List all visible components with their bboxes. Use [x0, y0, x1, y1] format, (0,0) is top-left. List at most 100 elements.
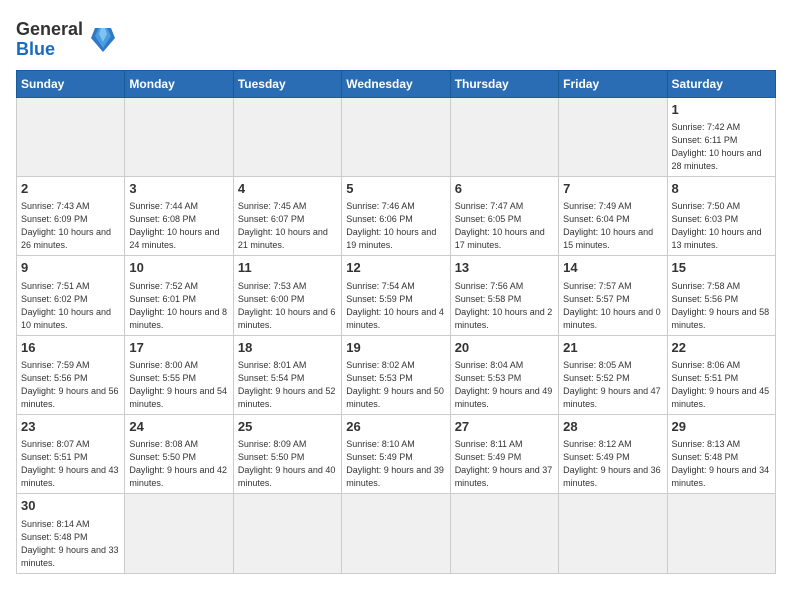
day-cell: 29 Sunrise: 8:13 AM Sunset: 5:48 PM Dayli…: [667, 415, 775, 494]
calendar: SundayMondayTuesdayWednesdayThursdayFrid…: [16, 70, 776, 574]
week-row-2: 2 Sunrise: 7:43 AM Sunset: 6:09 PM Daylig…: [17, 176, 776, 255]
day-info: Sunrise: 7:49 AM Sunset: 6:04 PM Dayligh…: [563, 200, 662, 252]
header-thursday: Thursday: [450, 70, 558, 97]
day-cell: 8 Sunrise: 7:50 AM Sunset: 6:03 PM Daylig…: [667, 176, 775, 255]
day-number: 14: [563, 259, 662, 277]
day-number: 27: [455, 418, 554, 436]
week-row-6: 30Sunrise: 8:14 AM Sunset: 5:48 PM Dayli…: [17, 494, 776, 573]
page: General Blue SundayMondayTuesdayWednesda…: [0, 0, 792, 612]
day-cell: 13Sunrise: 7:56 AM Sunset: 5:58 PM Dayli…: [450, 256, 558, 335]
day-number: 1: [672, 101, 771, 119]
day-cell: 24 Sunrise: 8:08 AM Sunset: 5:50 PM Dayli…: [125, 415, 233, 494]
day-cell: [125, 97, 233, 176]
day-info: Sunrise: 8:11 AM Sunset: 5:49 PM Dayligh…: [455, 438, 554, 490]
week-row-5: 23Sunrise: 8:07 AM Sunset: 5:51 PM Dayli…: [17, 415, 776, 494]
day-info: Sunrise: 7:50 AM Sunset: 6:03 PM Dayligh…: [672, 200, 771, 252]
day-cell: 4 Sunrise: 7:45 AM Sunset: 6:07 PM Daylig…: [233, 176, 341, 255]
day-number: 9: [21, 259, 120, 277]
day-cell: [342, 97, 450, 176]
day-cell: 17 Sunrise: 8:00 AM Sunset: 5:55 PM Dayli…: [125, 335, 233, 414]
day-info: Sunrise: 8:13 AM Sunset: 5:48 PM Dayligh…: [672, 438, 771, 490]
day-info: Sunrise: 8:09 AM Sunset: 5:50 PM Dayligh…: [238, 438, 337, 490]
day-cell: 19Sunrise: 8:02 AM Sunset: 5:53 PM Dayli…: [342, 335, 450, 414]
header-wednesday: Wednesday: [342, 70, 450, 97]
day-info: Sunrise: 7:47 AM Sunset: 6:05 PM Dayligh…: [455, 200, 554, 252]
day-cell: [559, 494, 667, 573]
day-info: Sunrise: 8:07 AM Sunset: 5:51 PM Dayligh…: [21, 438, 120, 490]
day-cell: 12 Sunrise: 7:54 AM Sunset: 5:59 PM Dayli…: [342, 256, 450, 335]
day-cell: 22 Sunrise: 8:06 AM Sunset: 5:51 PM Dayli…: [667, 335, 775, 414]
day-number: 28: [563, 418, 662, 436]
day-info: Sunrise: 7:45 AM Sunset: 6:07 PM Dayligh…: [238, 200, 337, 252]
day-number: 15: [672, 259, 771, 277]
calendar-header-row: SundayMondayTuesdayWednesdayThursdayFrid…: [17, 70, 776, 97]
day-cell: 11Sunrise: 7:53 AM Sunset: 6:00 PM Dayli…: [233, 256, 341, 335]
day-info: Sunrise: 7:54 AM Sunset: 5:59 PM Dayligh…: [346, 280, 445, 332]
day-info: Sunrise: 7:59 AM Sunset: 5:56 PM Dayligh…: [21, 359, 120, 411]
day-number: 6: [455, 180, 554, 198]
day-cell: [450, 97, 558, 176]
header-tuesday: Tuesday: [233, 70, 341, 97]
day-number: 18: [238, 339, 337, 357]
day-number: 8: [672, 180, 771, 198]
day-cell: 30Sunrise: 8:14 AM Sunset: 5:48 PM Dayli…: [17, 494, 125, 573]
week-row-1: 1 Sunrise: 7:42 AM Sunset: 6:11 PM Daylig…: [17, 97, 776, 176]
day-cell: 5 Sunrise: 7:46 AM Sunset: 6:06 PM Daylig…: [342, 176, 450, 255]
header-friday: Friday: [559, 70, 667, 97]
day-number: 10: [129, 259, 228, 277]
day-info: Sunrise: 7:43 AM Sunset: 6:09 PM Dayligh…: [21, 200, 120, 252]
day-number: 22: [672, 339, 771, 357]
day-cell: 6 Sunrise: 7:47 AM Sunset: 6:05 PM Daylig…: [450, 176, 558, 255]
day-number: 25: [238, 418, 337, 436]
day-number: 17: [129, 339, 228, 357]
week-row-3: 9Sunrise: 7:51 AM Sunset: 6:02 PM Daylig…: [17, 256, 776, 335]
day-cell: 18 Sunrise: 8:01 AM Sunset: 5:54 PM Dayli…: [233, 335, 341, 414]
day-info: Sunrise: 8:00 AM Sunset: 5:55 PM Dayligh…: [129, 359, 228, 411]
day-info: Sunrise: 7:57 AM Sunset: 5:57 PM Dayligh…: [563, 280, 662, 332]
day-number: 3: [129, 180, 228, 198]
day-info: Sunrise: 7:46 AM Sunset: 6:06 PM Dayligh…: [346, 200, 445, 252]
week-row-4: 16 Sunrise: 7:59 AM Sunset: 5:56 PM Dayli…: [17, 335, 776, 414]
day-info: Sunrise: 8:06 AM Sunset: 5:51 PM Dayligh…: [672, 359, 771, 411]
day-cell: [17, 97, 125, 176]
day-cell: 15Sunrise: 7:58 AM Sunset: 5:56 PM Dayli…: [667, 256, 775, 335]
day-info: Sunrise: 7:44 AM Sunset: 6:08 PM Dayligh…: [129, 200, 228, 252]
day-number: 26: [346, 418, 445, 436]
header: General Blue: [16, 16, 776, 60]
day-cell: 7Sunrise: 7:49 AM Sunset: 6:04 PM Daylig…: [559, 176, 667, 255]
day-cell: 14 Sunrise: 7:57 AM Sunset: 5:57 PM Dayli…: [559, 256, 667, 335]
day-info: Sunrise: 7:42 AM Sunset: 6:11 PM Dayligh…: [672, 121, 771, 173]
day-cell: 26Sunrise: 8:10 AM Sunset: 5:49 PM Dayli…: [342, 415, 450, 494]
header-monday: Monday: [125, 70, 233, 97]
day-cell: [125, 494, 233, 573]
day-number: 16: [21, 339, 120, 357]
day-number: 20: [455, 339, 554, 357]
day-info: Sunrise: 8:04 AM Sunset: 5:53 PM Dayligh…: [455, 359, 554, 411]
day-info: Sunrise: 8:08 AM Sunset: 5:50 PM Dayligh…: [129, 438, 228, 490]
day-cell: 2 Sunrise: 7:43 AM Sunset: 6:09 PM Daylig…: [17, 176, 125, 255]
day-cell: 21 Sunrise: 8:05 AM Sunset: 5:52 PM Dayli…: [559, 335, 667, 414]
header-saturday: Saturday: [667, 70, 775, 97]
day-cell: 28 Sunrise: 8:12 AM Sunset: 5:49 PM Dayli…: [559, 415, 667, 494]
day-number: 2: [21, 180, 120, 198]
day-cell: 16 Sunrise: 7:59 AM Sunset: 5:56 PM Dayli…: [17, 335, 125, 414]
day-cell: [667, 494, 775, 573]
day-info: Sunrise: 8:12 AM Sunset: 5:49 PM Dayligh…: [563, 438, 662, 490]
day-cell: [233, 97, 341, 176]
day-number: 21: [563, 339, 662, 357]
day-info: Sunrise: 8:01 AM Sunset: 5:54 PM Dayligh…: [238, 359, 337, 411]
day-cell: 1 Sunrise: 7:42 AM Sunset: 6:11 PM Daylig…: [667, 97, 775, 176]
day-number: 5: [346, 180, 445, 198]
day-info: Sunrise: 7:56 AM Sunset: 5:58 PM Dayligh…: [455, 280, 554, 332]
day-number: 29: [672, 418, 771, 436]
day-number: 19: [346, 339, 445, 357]
day-number: 4: [238, 180, 337, 198]
day-cell: 9Sunrise: 7:51 AM Sunset: 6:02 PM Daylig…: [17, 256, 125, 335]
day-number: 24: [129, 418, 228, 436]
day-number: 12: [346, 259, 445, 277]
day-info: Sunrise: 8:05 AM Sunset: 5:52 PM Dayligh…: [563, 359, 662, 411]
day-cell: [233, 494, 341, 573]
day-cell: [342, 494, 450, 573]
day-cell: [450, 494, 558, 573]
header-sunday: Sunday: [17, 70, 125, 97]
